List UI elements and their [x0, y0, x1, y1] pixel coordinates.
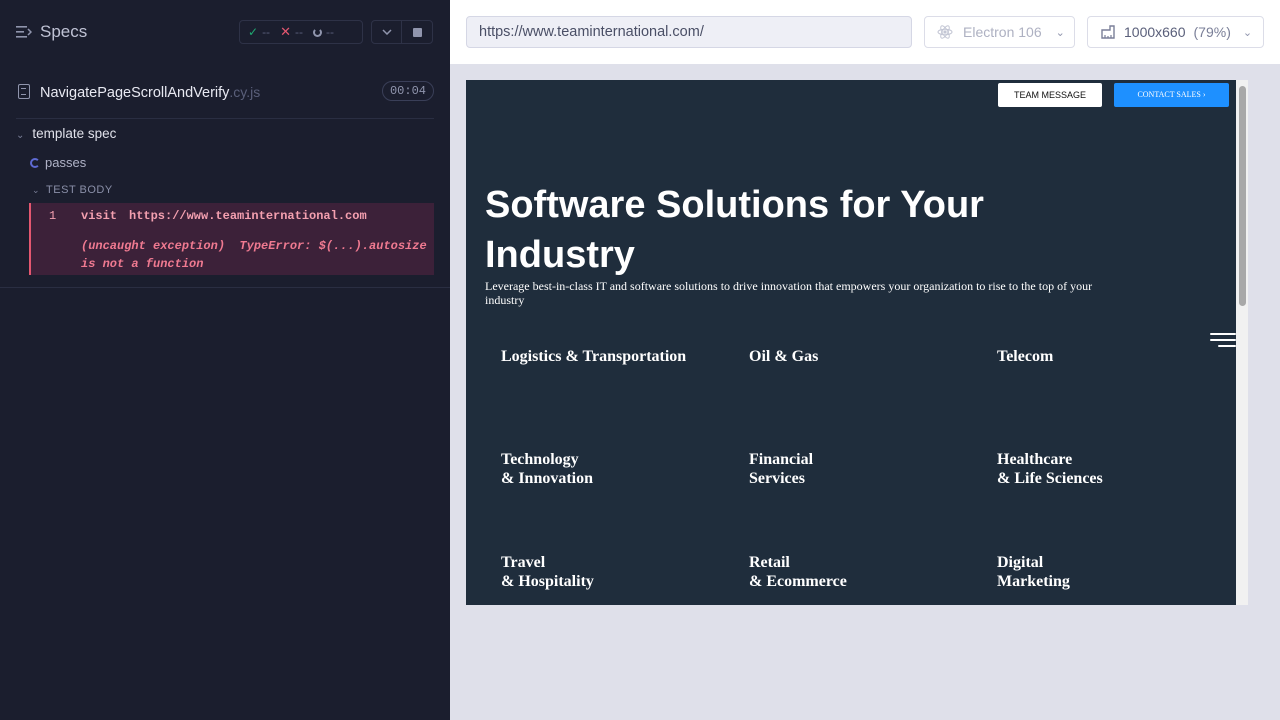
browser-selector[interactable]: Electron 106 ⌄ [924, 16, 1075, 48]
aut-panel: https://www.teaminternational.com/ Elect… [450, 0, 1280, 720]
electron-icon [937, 25, 953, 39]
test-stats: ✓ -- ✕ -- -- [239, 20, 363, 44]
ruler-icon [1101, 25, 1115, 39]
hero-title: Software Solutions for Your Industry [485, 184, 984, 276]
running-spinner-icon [30, 157, 40, 168]
app-under-test-frame[interactable]: TEAM MESSAGE CONTACT SALES › Software So… [466, 80, 1248, 605]
aut-scrollbar-thumb[interactable] [1239, 86, 1246, 306]
test-label: passes [45, 155, 87, 170]
failed-count: -- [294, 25, 303, 39]
hero-subtitle: Leverage best-in-class IT and software s… [485, 279, 1093, 307]
industry-link[interactable]: Telecom [997, 347, 1053, 366]
viewport-info[interactable]: 1000x660 (79%) ⌄ [1087, 16, 1264, 48]
industry-link[interactable]: Travel & Hospitality [501, 553, 594, 591]
chevron-down-icon: ⌄ [1055, 26, 1065, 39]
run-controls [371, 20, 433, 44]
test-body-header[interactable]: ⌄ TEST BODY [32, 184, 113, 196]
specs-list-icon[interactable] [16, 25, 32, 39]
browser-label: Electron 106 [963, 24, 1042, 40]
error-message: (uncaught exception) TypeError: $(...).a… [81, 239, 427, 271]
stop-button[interactable] [402, 21, 432, 43]
specs-header: Specs ✓ -- ✕ -- -- [0, 0, 450, 64]
check-icon: ✓ [248, 25, 259, 39]
industry-link[interactable]: Digital Marketing [997, 553, 1070, 591]
stop-icon [412, 27, 422, 37]
spec-duration: 00:04 [381, 81, 434, 101]
industry-link[interactable]: Logistics & Transportation [501, 347, 686, 366]
file-icon [18, 84, 30, 99]
url-bar[interactable]: https://www.teaminternational.com/ [466, 16, 912, 48]
failed-stat: ✕ -- [280, 24, 303, 40]
industry-link[interactable]: Financial Services [749, 450, 813, 488]
chevron-down-icon: ⌄ [16, 130, 25, 141]
pending-icon [312, 27, 322, 37]
divider [0, 287, 450, 288]
expand-collapse-button[interactable] [372, 21, 403, 43]
industry-link[interactable]: Healthcare & Life Sciences [997, 450, 1103, 488]
test-title[interactable]: passes [30, 155, 86, 170]
industry-link[interactable]: Oil & Gas [749, 347, 818, 366]
chevron-down-icon: ⌄ [1242, 26, 1253, 39]
command-number: 1 [49, 209, 57, 223]
aut-scrollbar[interactable] [1236, 80, 1248, 605]
aut-toolbar: https://www.teaminternational.com/ Elect… [450, 0, 1280, 64]
spec-file-row[interactable]: NavigatePageScrollAndVerify.cy.js 00:04 [16, 76, 434, 119]
command-log-entry[interactable]: 1 visit https://www.teaminternational.co… [29, 203, 434, 275]
passed-stat: ✓ -- [248, 25, 270, 39]
command-name: visit [81, 209, 118, 223]
viewport-zoom: (79%) [1193, 24, 1231, 40]
industry-link[interactable]: Technology & Innovation [501, 450, 593, 488]
contact-sales-button[interactable]: CONTACT SALES › [1114, 83, 1229, 107]
spec-file-ext: .cy.js [229, 84, 261, 100]
command-argument: https://www.teaminternational.com [129, 209, 367, 223]
pending-stat: -- [312, 25, 334, 39]
viewport-size: 1000x660 [1124, 24, 1186, 40]
reporter-panel: Specs ✓ -- ✕ -- -- NavigatePageScrollAnd… [0, 0, 450, 720]
hamburger-menu-icon[interactable] [1210, 333, 1236, 351]
passed-count: -- [262, 25, 271, 39]
suite-label: template spec [32, 126, 117, 141]
chevron-down-icon: ⌄ [32, 185, 41, 195]
spec-file-name: NavigatePageScrollAndVerify.cy.js [40, 84, 261, 101]
industry-link[interactable]: Retail & Ecommerce [749, 553, 847, 591]
pending-count: -- [325, 25, 334, 39]
cross-icon: ✕ [280, 24, 291, 39]
team-message-button[interactable]: TEAM MESSAGE [998, 83, 1102, 107]
suite-title[interactable]: ⌄ template spec [16, 126, 116, 141]
specs-title[interactable]: Specs [40, 22, 87, 42]
test-body-label: TEST BODY [46, 184, 113, 196]
chevron-down-icon [381, 29, 392, 35]
